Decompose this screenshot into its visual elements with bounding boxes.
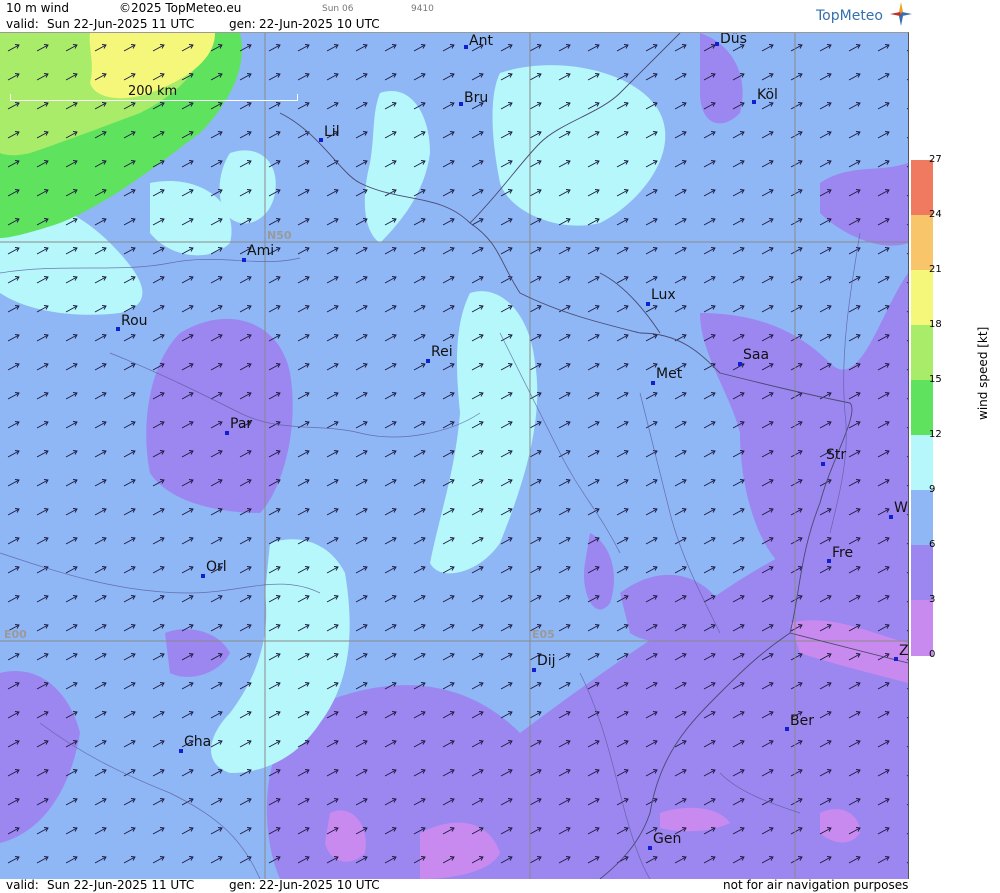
footer-gen-time: 22-Jun-2025 10 UTC: [259, 878, 380, 892]
legend-band-18-21: [911, 270, 933, 325]
city-dus[interactable]: Düs: [715, 32, 747, 47]
disclaimer: not for air navigation purposes: [723, 878, 909, 892]
city-label: Dij: [537, 653, 556, 669]
legend-tick: 12: [929, 429, 942, 440]
legend-tick: 6: [929, 539, 936, 550]
city-par[interactable]: Par: [225, 416, 253, 435]
city-label: Par: [230, 416, 253, 432]
header-small-code: 9410: [411, 4, 434, 14]
gen-time: 22-Jun-2025 10 UTC: [259, 17, 380, 31]
city-lil[interactable]: Lil: [319, 124, 340, 142]
legend-tick: 9: [929, 484, 936, 495]
city-label: Met: [656, 366, 683, 382]
city-label: Rou: [121, 313, 148, 329]
copyright: ©2025 TopMeteo.eu: [119, 1, 242, 15]
city-label: Fre: [832, 545, 854, 561]
city-label: Köl: [757, 87, 778, 103]
lon-label-e05: E05: [532, 628, 555, 641]
city-label: Orl: [206, 559, 227, 575]
compass-star-icon: [890, 2, 912, 26]
lon-label-e00: E00: [4, 628, 27, 641]
city-orl[interactable]: Orl: [201, 559, 227, 578]
city-lux[interactable]: Lux: [646, 287, 676, 306]
city-label: Z: [899, 643, 909, 659]
city-str[interactable]: Str: [821, 447, 847, 466]
legend-band-21-24: [911, 215, 933, 270]
wind-map[interactable]: N50 E00 E05 200 km Ant Düs Bru Köl Lil A…: [0, 32, 909, 879]
city-met[interactable]: Met: [651, 366, 683, 385]
city-saa[interactable]: Saa: [738, 347, 770, 366]
city-dij[interactable]: Dij: [532, 653, 556, 672]
legend-band-15-18: [911, 325, 933, 380]
city-w[interactable]: W: [889, 500, 908, 519]
wind-field: [0, 33, 908, 879]
legend-tick: 0: [929, 649, 936, 660]
legend-tick: 24: [929, 209, 942, 220]
city-gen[interactable]: Gen: [648, 831, 682, 850]
city-label: Saa: [743, 347, 770, 363]
city-rei[interactable]: Rei: [426, 344, 453, 363]
city-edge[interactable]: Z: [894, 643, 909, 661]
city-label: Lil: [324, 124, 340, 140]
footer-valid-label: valid:: [6, 878, 39, 892]
city-label: Rei: [431, 344, 453, 360]
valid-label: valid:: [6, 17, 39, 31]
footer-valid-time: Sun 22-Jun-2025 11 UTC: [47, 878, 195, 892]
legend-band-9-12: [911, 435, 933, 490]
lat-label-n50: N50: [267, 229, 292, 242]
legend-tick: 15: [929, 374, 942, 385]
legend-band-6-9: [911, 490, 933, 545]
city-label: Lux: [651, 287, 676, 303]
city-label: Ant: [469, 33, 493, 49]
scale-bar: 200 km: [10, 84, 298, 101]
city-cha[interactable]: Cha: [179, 734, 212, 753]
footer: valid: Sun 22-Jun-2025 11 UTC gen: 22-Ju…: [0, 878, 908, 893]
city-rou[interactable]: Rou: [116, 313, 148, 331]
brand-logo[interactable]: TopMeteo: [816, 8, 883, 24]
wind-speed-legend: [911, 160, 933, 656]
city-ami[interactable]: Ami: [242, 243, 275, 262]
wind-arrows: [0, 33, 908, 879]
city-ber[interactable]: Ber: [785, 713, 814, 731]
legend-band-3-6: [911, 545, 933, 600]
city-label: Düs: [720, 32, 747, 47]
legend-tick: 3: [929, 594, 936, 605]
city-label: Gen: [653, 831, 682, 847]
legend-tick: 27: [929, 154, 942, 165]
legend-tick: 18: [929, 319, 942, 330]
city-label: W: [894, 500, 908, 516]
city-bru[interactable]: Bru: [459, 90, 488, 106]
city-label: Str: [826, 447, 847, 463]
city-label: Cha: [184, 734, 212, 750]
city-ant[interactable]: Ant: [464, 33, 493, 49]
footer-gen-label: gen:: [229, 878, 256, 892]
city-kol[interactable]: Köl: [752, 87, 778, 104]
city-fre[interactable]: Fre: [827, 545, 854, 563]
legend-band-0-3: [911, 600, 933, 656]
legend-title: wind speed [kt]: [976, 326, 990, 420]
valid-time: Sun 22-Jun-2025 11 UTC: [47, 17, 195, 31]
city-label: Ami: [247, 243, 275, 259]
legend-band-24-27: [911, 160, 933, 215]
city-label: Bru: [464, 90, 489, 106]
legend-band-12-15: [911, 380, 933, 435]
gen-label: gen:: [229, 17, 256, 31]
header-small-text: Sun 06: [322, 4, 354, 14]
product-title: 10 m wind: [6, 1, 69, 15]
legend-tick: 21: [929, 264, 942, 275]
city-label: Ber: [790, 713, 814, 729]
